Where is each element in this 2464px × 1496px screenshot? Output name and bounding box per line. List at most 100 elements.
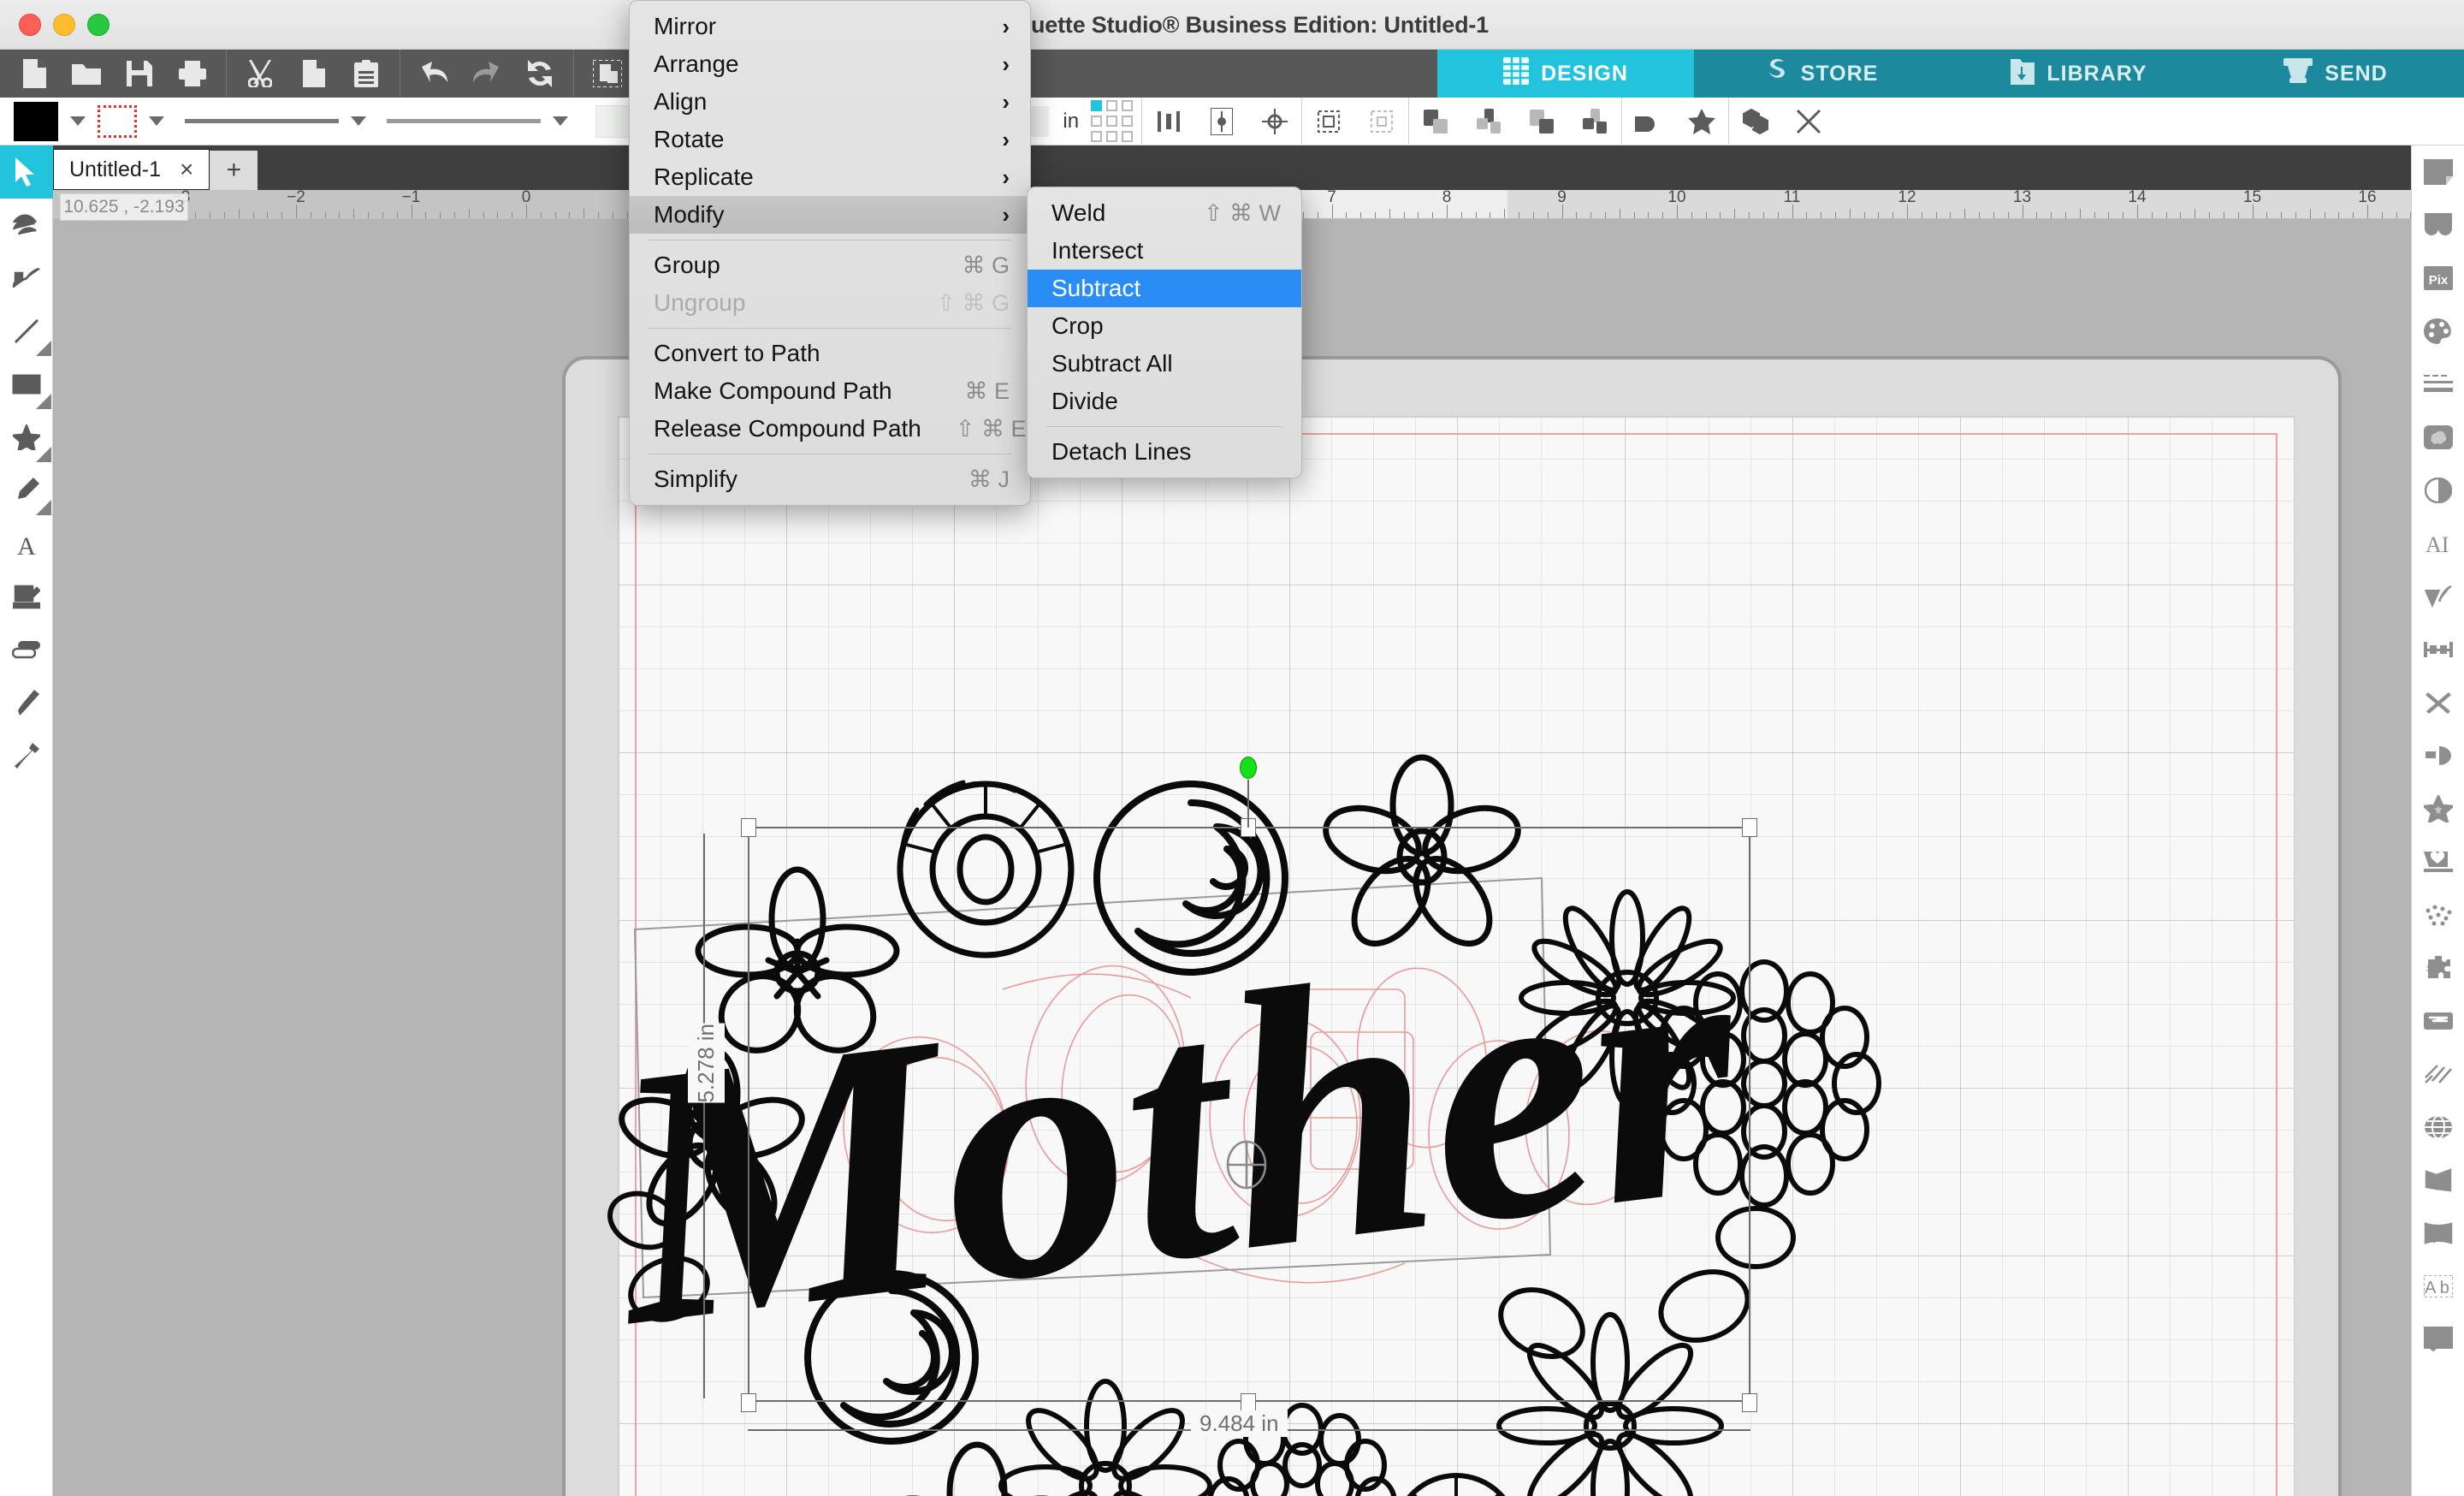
print-icon[interactable] [166, 50, 219, 98]
text-on-path-icon[interactable] [2412, 570, 2464, 623]
new-file-icon[interactable] [7, 50, 60, 98]
select-all-icon[interactable] [581, 50, 634, 98]
draw-curve-tool[interactable] [0, 252, 53, 305]
globe-warp-icon[interactable] [2412, 1101, 2464, 1154]
eyedropper-tool[interactable] [0, 729, 53, 782]
modify-submenu-item-detach-lines[interactable]: Detach Lines [1028, 433, 1301, 471]
cutting-mat-icon[interactable] [2412, 199, 2464, 252]
modify-submenu-item-weld[interactable]: Weld ⇧ ⌘ W [1028, 194, 1301, 232]
modify-submenu-item-divide[interactable]: Divide [1028, 383, 1301, 420]
fit-to-page-icon[interactable] [1302, 98, 1355, 145]
center-icon[interactable] [1248, 98, 1301, 145]
line-thickness-preview[interactable] [387, 119, 541, 123]
context-menu-item-make-compound-path[interactable]: Make Compound Path ⌘ E [630, 372, 1030, 410]
line-thickness-chevron-down-icon[interactable] [553, 116, 568, 126]
modify-submenu-item-crop[interactable]: Crop [1028, 307, 1301, 345]
select-tool[interactable] [0, 145, 53, 199]
sketch-fill-icon[interactable] [2412, 411, 2464, 464]
rotation-handle[interactable] [1240, 757, 1257, 779]
modify-submenu-item-subtract-all[interactable]: Subtract All [1028, 345, 1301, 383]
fill-color-chevron-down-icon[interactable] [70, 116, 86, 126]
page-setup-icon[interactable] [2412, 145, 2464, 199]
context-menu-item-simplify[interactable]: Simplify ⌘ J [630, 460, 1030, 498]
context-menu-item-convert-to-path[interactable]: Convert to Path [630, 335, 1030, 372]
line-tool[interactable] [0, 305, 53, 358]
half-circle-icon[interactable] [2412, 464, 2464, 517]
palette-icon[interactable] [2412, 305, 2464, 358]
bring-to-front-icon[interactable] [1409, 98, 1462, 145]
edit-points-tool[interactable] [0, 199, 53, 252]
selection-handle-bottom-center[interactable] [1241, 1393, 1256, 1412]
line-color-swatch[interactable] [98, 104, 137, 138]
fit-to-media-icon[interactable] [1355, 98, 1408, 145]
modify-submenu[interactable]: Weld ⇧ ⌘ W Intersect Subtract Crop Subtract A… [1027, 187, 1302, 478]
nav-tab-send[interactable]: SEND [2207, 50, 2464, 98]
trace-icon[interactable] [2412, 729, 2464, 782]
context-menu[interactable]: Mirror › Arrange › Align › Rotate › Replicate › Mo… [629, 0, 1031, 506]
selection-handle-bottom-left[interactable] [741, 1393, 756, 1412]
nav-tab-library[interactable]: LIBRARY [1951, 50, 2207, 98]
line-style-icon[interactable] [2412, 358, 2464, 411]
context-menu-item-group[interactable]: Group ⌘ G [630, 246, 1030, 284]
pixscan-icon[interactable]: Pix [2412, 252, 2464, 305]
text-tool[interactable]: A [0, 517, 53, 570]
nesting-icon[interactable] [2412, 994, 2464, 1048]
undo-icon[interactable] [407, 50, 460, 98]
context-menu-item-align[interactable]: Align › [630, 83, 1030, 121]
font-ab-icon[interactable]: A b [2412, 1260, 2464, 1313]
context-menu-item-mirror[interactable]: Mirror › [630, 8, 1030, 45]
close-tab-icon[interactable]: × [180, 156, 193, 183]
heart-screen-icon[interactable] [2412, 835, 2464, 888]
star-rhinestone-icon[interactable] [2412, 782, 2464, 835]
text-ai-icon[interactable]: AI [2412, 517, 2464, 570]
new-tab-button[interactable]: + [210, 151, 258, 190]
reload-icon[interactable] [513, 50, 566, 98]
redo-icon[interactable] [460, 50, 513, 98]
mesh-grid-icon[interactable] [2412, 1207, 2464, 1260]
selection-handle-top-left[interactable] [741, 818, 756, 837]
polygon-tool[interactable] [0, 411, 53, 464]
close-x-icon[interactable] [1782, 98, 1835, 145]
modify-submenu-item-subtract[interactable]: Subtract [1028, 270, 1301, 307]
weld-icon[interactable] [1622, 98, 1675, 145]
align-icon[interactable] [2412, 623, 2464, 676]
perspective-icon[interactable] [2412, 1154, 2464, 1207]
send-backward-icon[interactable] [1515, 98, 1568, 145]
flip-horizontal-icon[interactable] [1142, 98, 1195, 145]
shapes-page-icon[interactable] [2412, 1313, 2464, 1366]
nav-tab-store[interactable]: STORE [1694, 50, 1951, 98]
stipple-dots-icon[interactable] [2412, 888, 2464, 941]
hatch-lines-icon[interactable] [2412, 1048, 2464, 1101]
eraser-tool[interactable] [0, 623, 53, 676]
anchor-grid-icon[interactable] [1091, 100, 1134, 142]
selection-handle-bottom-right[interactable] [1742, 1393, 1757, 1412]
send-to-back-icon[interactable] [1568, 98, 1621, 145]
puzzle-icon[interactable] [2412, 941, 2464, 994]
context-menu-item-rotate[interactable]: Rotate › [630, 121, 1030, 158]
context-menu-item-modify[interactable]: Modify › [630, 196, 1030, 234]
rectangle-tool[interactable] [0, 358, 53, 411]
line-style-chevron-down-icon[interactable] [351, 116, 366, 126]
notes-tool[interactable] [0, 570, 53, 623]
bring-forward-icon[interactable] [1462, 98, 1515, 145]
center-vertical-icon[interactable] [1195, 98, 1248, 145]
open-folder-icon[interactable] [60, 50, 113, 98]
star-shape-icon[interactable] [1675, 98, 1728, 145]
line-style-preview[interactable] [185, 119, 339, 123]
cut-scissors-icon[interactable] [234, 50, 287, 98]
modify-submenu-item-intersect[interactable]: Intersect [1028, 232, 1301, 270]
context-menu-item-release-compound-path[interactable]: Release Compound Path ⇧ ⌘ E [630, 410, 1030, 448]
crossed-blades-icon[interactable] [2412, 676, 2464, 729]
offset-icon[interactable] [1729, 98, 1782, 145]
selection-handle-top-right[interactable] [1742, 818, 1757, 837]
copy-icon[interactable] [287, 50, 340, 98]
context-menu-item-replicate[interactable]: Replicate › [630, 158, 1030, 196]
knife-tool[interactable] [0, 676, 53, 729]
paste-icon[interactable] [340, 50, 393, 98]
context-menu-item-arrange[interactable]: Arrange › [630, 45, 1030, 83]
freehand-tool[interactable] [0, 464, 53, 517]
nav-tab-design[interactable]: DESIGN [1437, 50, 1694, 98]
document-tab-untitled-1[interactable]: Untitled-1 × [53, 149, 210, 190]
save-icon[interactable] [113, 50, 166, 98]
line-color-chevron-down-icon[interactable] [149, 116, 164, 126]
